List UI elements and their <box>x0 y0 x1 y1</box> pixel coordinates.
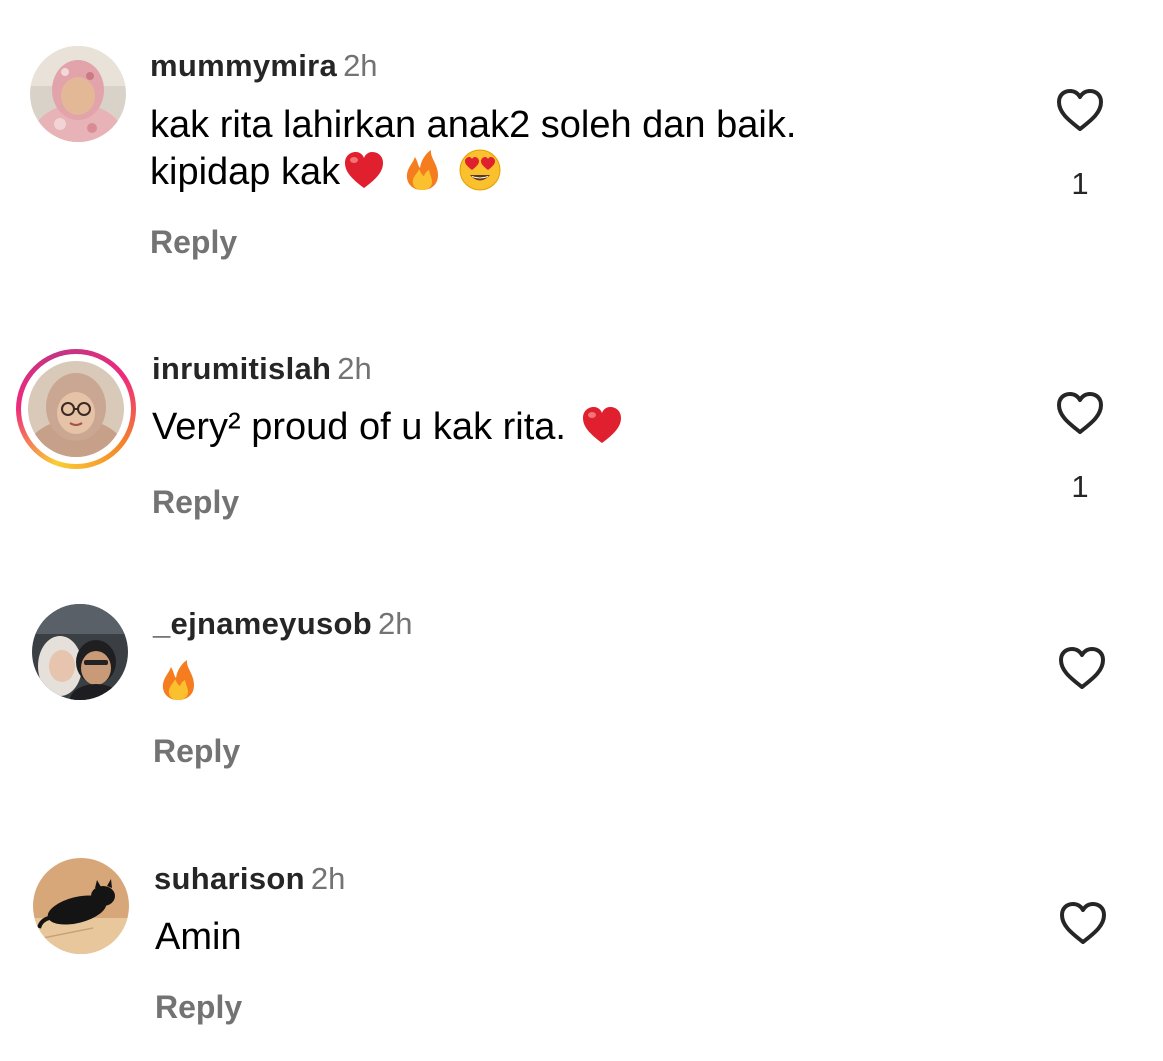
comment-text-continued: kipidap kak <box>150 148 502 196</box>
comment-text-line1: kak rita lahirkan anak2 soleh dan baik. <box>150 104 797 146</box>
timestamp: 2h <box>310 861 346 896</box>
reply-button[interactable]: Reply <box>155 987 242 1027</box>
reply-button[interactable]: Reply <box>153 731 240 771</box>
avatar[interactable] <box>28 361 124 457</box>
avatar[interactable] <box>32 604 128 700</box>
timestamp: 2h <box>337 351 372 386</box>
heart-outline-icon <box>1057 392 1103 434</box>
like-count: 1 <box>1071 469 1089 504</box>
comment-text: Very² proud of u kak rita. <box>152 403 624 451</box>
heart-eyes-emoji <box>459 149 501 191</box>
username[interactable]: _ejnameyusob <box>153 606 372 641</box>
like-button[interactable] <box>1058 900 1108 946</box>
comment-text: Amin <box>155 913 242 961</box>
comment-text-line2: kipidap kak <box>150 151 341 193</box>
heart-emoji <box>582 407 621 443</box>
heart-outline-icon <box>1059 647 1105 689</box>
fire-emoji <box>407 150 439 190</box>
comment-header: _ejnameyusob 2h <box>153 605 412 643</box>
like-count: 1 <box>1071 166 1089 201</box>
story-ring[interactable] <box>16 349 136 469</box>
avatar[interactable] <box>33 858 129 954</box>
like-button[interactable] <box>1057 645 1107 691</box>
username[interactable]: inrumitislah <box>152 351 331 386</box>
timestamp: 2h <box>343 48 378 83</box>
comment-text-body: Amin <box>155 916 242 958</box>
fire-emoji <box>162 660 194 700</box>
reply-button[interactable]: Reply <box>150 222 237 262</box>
username[interactable]: suharison <box>154 861 305 896</box>
comment-header: mummymira 2h <box>150 47 378 85</box>
heart-outline-icon <box>1060 902 1106 944</box>
timestamp: 2h <box>377 606 413 641</box>
heart-emoji <box>345 152 384 188</box>
comment-header: suharison 2h <box>154 860 345 898</box>
avatar[interactable] <box>30 46 126 142</box>
comment-header: inrumitislah 2h <box>152 350 372 388</box>
comment-text-body: Very² proud of u kak rita. <box>152 406 566 448</box>
like-button[interactable] <box>1055 390 1105 436</box>
comment-text <box>156 658 200 706</box>
comment-text: kak rita lahirkan anak2 soleh dan baik. <box>150 101 796 149</box>
username[interactable]: mummymira <box>150 48 337 83</box>
like-button[interactable] <box>1055 87 1105 133</box>
heart-outline-icon <box>1057 89 1103 131</box>
reply-button[interactable]: Reply <box>152 482 239 522</box>
